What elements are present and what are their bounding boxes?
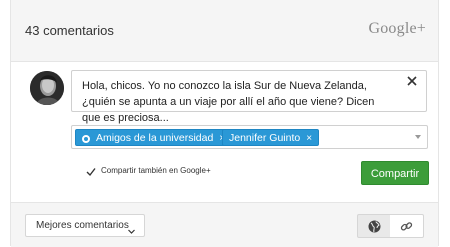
- public-view-toggle[interactable]: [357, 214, 391, 238]
- link-view-toggle[interactable]: [390, 214, 424, 238]
- comments-header: 43 comentarios Google+: [11, 0, 438, 62]
- comments-widget: 43 comentarios Google+ Hola, chicos. Yo …: [10, 0, 439, 247]
- close-icon[interactable]: [406, 75, 418, 87]
- globe-icon: [368, 220, 381, 233]
- remove-icon[interactable]: ×: [306, 133, 312, 144]
- also-share-checkbox[interactable]: [86, 164, 96, 177]
- sort-dropdown[interactable]: Mejores comentarios: [25, 214, 145, 237]
- comment-count: 43 comentarios: [25, 23, 114, 38]
- dropdown-caret-icon[interactable]: [415, 135, 421, 139]
- recipient-label: Jennifer Guinto: [229, 132, 301, 144]
- chevron-down-icon: [128, 222, 135, 234]
- sort-label: Mejores comentarios: [36, 220, 129, 231]
- avatar: [30, 71, 64, 105]
- comment-input[interactable]: Hola, chicos. Yo no conozco la isla Sur …: [71, 70, 427, 124]
- recipient-label: Amigos de la universidad: [96, 132, 214, 144]
- recipients-field[interactable]: Amigos de la universidad× Jennifer Guint…: [71, 125, 428, 149]
- link-icon: [400, 222, 413, 231]
- comment-text[interactable]: Hola, chicos. Yo no conozco la isla Sur …: [82, 80, 374, 124]
- share-button[interactable]: Compartir: [361, 161, 429, 185]
- comments-footer: Mejores comentarios: [11, 202, 438, 247]
- recipient-chip-circle[interactable]: Amigos de la universidad×: [75, 129, 233, 146]
- also-share-label: Compartir también en Google+: [101, 166, 211, 175]
- google-plus-logo: Google+: [368, 20, 426, 37]
- recipient-chip-person[interactable]: Jennifer Guinto ×: [222, 129, 320, 146]
- circle-icon: [82, 135, 90, 143]
